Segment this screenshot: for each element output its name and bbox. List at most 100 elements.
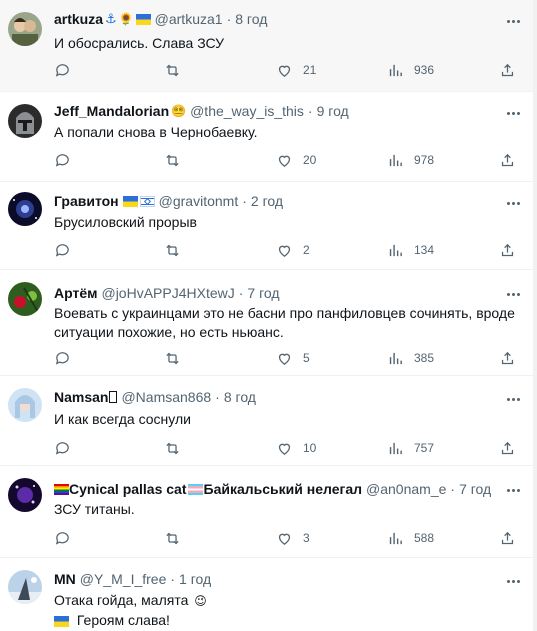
like-button[interactable]: 3: [276, 529, 310, 547]
separator-dot: ·: [170, 571, 176, 587]
views-chart-icon: [389, 352, 402, 364]
display-name-suffix[interactable]: Байкальський нелегал: [204, 481, 363, 497]
tweet-header: Namsan @Namsan868 · 8 год: [54, 387, 256, 407]
handle[interactable]: @an0nam_e: [366, 481, 446, 497]
avatar[interactable]: [8, 570, 42, 604]
more-options-icon[interactable]: [503, 392, 523, 406]
ukraine-flag-icon: [122, 195, 138, 207]
like-button[interactable]: 5: [276, 349, 310, 367]
reply-button[interactable]: [54, 529, 71, 547]
more-options-icon[interactable]: [503, 483, 523, 497]
display-name[interactable]: Гравитон: [54, 193, 119, 209]
tweet-text-line: И обосрались. Слава ЗСУ: [54, 35, 225, 51]
like-button[interactable]: 10: [276, 439, 316, 457]
tweet-text: И как всегда соснули: [54, 410, 524, 429]
like-button[interactable]: 21: [276, 61, 316, 79]
like-button[interactable]: 2: [276, 241, 310, 259]
display-name[interactable]: artkuza: [54, 11, 103, 27]
reply-icon: [55, 243, 69, 257]
tweet-text: А попали снова в Чернобаевку.: [54, 123, 524, 142]
tweet[interactable]: artkuza ⚓ 🌻 @artkuza1 · 8 год И обосрали…: [0, 0, 537, 92]
share-icon: [501, 153, 514, 166]
handle[interactable]: @Namsan868: [121, 389, 211, 405]
heart-icon: [278, 245, 291, 257]
share-button[interactable]: [499, 529, 516, 547]
display-name[interactable]: Namsan: [54, 389, 108, 405]
retweet-icon: [166, 442, 179, 454]
handle[interactable]: @gravitonmt: [159, 193, 239, 209]
tweet[interactable]: Cynical pallas cat Байкальський нелегал …: [0, 466, 537, 558]
more-options-icon[interactable]: [503, 196, 523, 210]
avatar[interactable]: [8, 104, 42, 138]
views-button[interactable]: 978: [387, 151, 434, 169]
avatar[interactable]: [8, 478, 42, 512]
retweet-button[interactable]: [164, 61, 181, 79]
tweet-text-line: Брусиловский прорыв: [54, 214, 197, 230]
more-options-icon[interactable]: [503, 14, 523, 28]
like-count: 20: [303, 153, 317, 167]
reply-button[interactable]: [54, 439, 71, 457]
tweet-text-line: ЗСУ титаны.: [54, 501, 135, 517]
timestamp[interactable]: 7 год: [247, 285, 279, 301]
views-button[interactable]: 757: [387, 439, 434, 457]
share-button[interactable]: [499, 61, 516, 79]
views-button[interactable]: 385: [387, 349, 434, 367]
avatar[interactable]: [8, 192, 42, 226]
display-name[interactable]: Jeff_Mandalorian: [54, 103, 169, 119]
tweet[interactable]: MN @Y_M_I_free · 1 год Отака гойда, маля…: [0, 558, 537, 631]
views-count: 936: [414, 63, 435, 77]
views-button[interactable]: 134: [387, 241, 434, 259]
reply-icon: [55, 351, 69, 365]
retweet-button[interactable]: [164, 439, 181, 457]
retweet-icon: [166, 244, 179, 256]
handle[interactable]: @the_way_is_this: [190, 103, 304, 119]
retweet-button[interactable]: [164, 349, 181, 367]
transgender-flag-icon: [187, 483, 203, 495]
display-name[interactable]: Cynical pallas cat: [69, 481, 187, 497]
timestamp[interactable]: 8 год: [224, 389, 256, 405]
views-button[interactable]: 936: [387, 61, 434, 79]
avatar[interactable]: [8, 282, 42, 316]
avatar[interactable]: [8, 388, 42, 422]
tweet-text-line: А попали снова в Чернобаевку.: [54, 124, 258, 140]
display-name[interactable]: Артём: [54, 285, 97, 301]
reply-button[interactable]: [54, 61, 71, 79]
retweet-button[interactable]: [164, 529, 181, 547]
timestamp[interactable]: 9 год: [317, 103, 349, 119]
retweet-button[interactable]: [164, 241, 181, 259]
more-options-icon[interactable]: [503, 574, 523, 588]
action-bar: 20 978: [54, 151, 519, 169]
share-icon: [501, 243, 514, 256]
handle[interactable]: @artkuza1: [155, 11, 223, 27]
share-button[interactable]: [499, 151, 516, 169]
timestamp[interactable]: 2 год: [251, 193, 283, 209]
tweet[interactable]: Jeff_Mandalorian 😵‍💫 @the_way_is_this · …: [0, 92, 537, 182]
display-name[interactable]: MN: [54, 571, 76, 587]
action-bar: 21 936: [54, 61, 519, 79]
views-button[interactable]: 588: [387, 529, 434, 547]
avatar[interactable]: [8, 12, 42, 46]
like-button[interactable]: 20: [276, 151, 316, 169]
handle[interactable]: @Y_M_I_free: [80, 571, 167, 587]
tweet[interactable]: Namsan @Namsan868 · 8 год И как всегда с…: [0, 376, 537, 466]
more-options-icon[interactable]: [503, 106, 523, 120]
retweet-button[interactable]: [164, 151, 181, 169]
retweet-icon: [166, 532, 179, 544]
tweet[interactable]: Гравитон @gravitonmt · 2 год Брусиловски…: [0, 182, 537, 270]
scrollbar[interactable]: [533, 0, 537, 631]
share-button[interactable]: [499, 349, 516, 367]
share-button[interactable]: [499, 439, 516, 457]
retweet-icon: [166, 64, 179, 76]
reply-button[interactable]: [54, 151, 71, 169]
timestamp[interactable]: 7 год: [459, 481, 491, 497]
timestamp[interactable]: 8 год: [235, 11, 267, 27]
timestamp[interactable]: 1 год: [179, 571, 211, 587]
sunflower-emoji: 🌻: [118, 12, 134, 26]
reply-button[interactable]: [54, 349, 71, 367]
reply-button[interactable]: [54, 241, 71, 259]
more-options-icon[interactable]: [503, 287, 523, 301]
handle[interactable]: @joHvAPPJ4HXtewJ: [101, 285, 234, 301]
share-button[interactable]: [499, 241, 516, 259]
reply-icon: [55, 531, 69, 545]
tweet[interactable]: Артём @joHvAPPJ4HXtewJ · 7 год Воевать с…: [0, 270, 537, 376]
